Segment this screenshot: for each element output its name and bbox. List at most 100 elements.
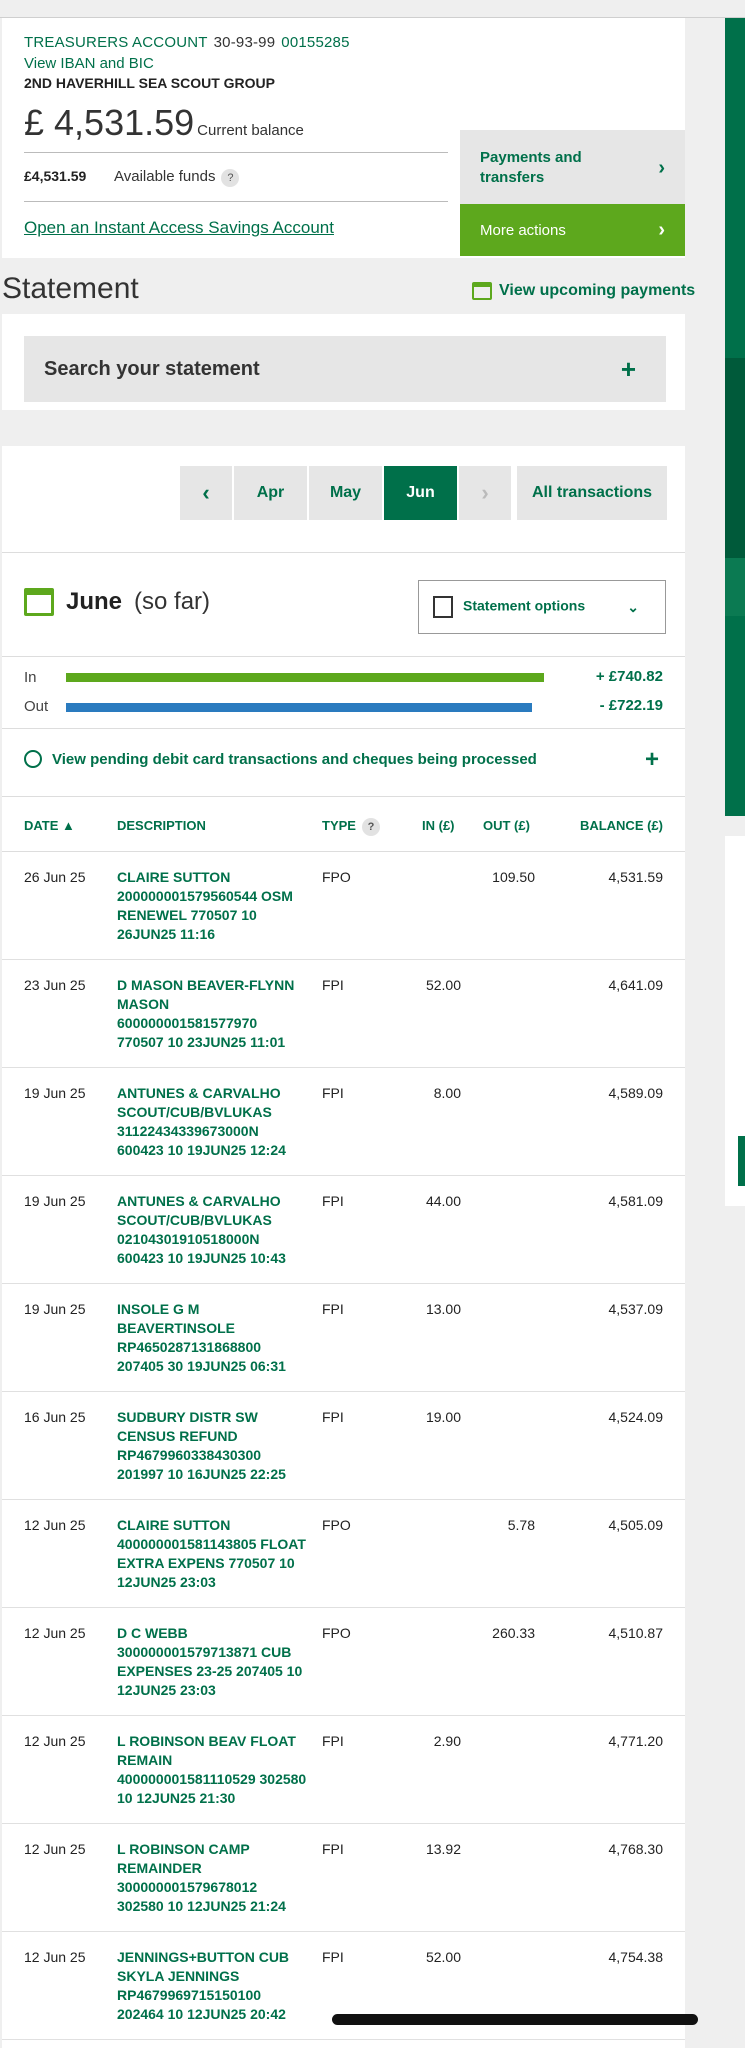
in-total: + £740.82 (595, 668, 663, 685)
pending-transactions-link[interactable]: View pending debit card transactions and… (24, 750, 537, 768)
transaction-description[interactable]: CLAIRE SUTTON 400000001581143805 FLOAT E… (117, 1516, 307, 1592)
view-upcoming-payments-link[interactable]: View upcoming payments (472, 282, 695, 300)
more-actions-button[interactable]: More actions › (460, 204, 685, 256)
transaction-description[interactable]: ANTUNES & CARVALHO SCOUT/CUB/BVLUKAS 311… (117, 1084, 307, 1160)
period-subtitle: (so far) (134, 588, 211, 615)
divider (2, 552, 685, 553)
all-transactions-button[interactable]: All transactions (517, 466, 667, 520)
transaction-date: 16 Jun 25 (24, 1409, 86, 1425)
period-title: June (66, 588, 123, 615)
transaction-out: 260.33 (492, 1625, 535, 1641)
transaction-balance: 4,524.09 (608, 1409, 664, 1425)
transaction-description[interactable]: JENNINGS+BUTTON CUB SKYLA JENNINGS RP467… (117, 1948, 307, 2024)
transaction-description[interactable]: D MASON BEAVER-FLYNN MASON 6000000015815… (117, 976, 307, 1052)
transaction-date: 12 Jun 25 (24, 1625, 86, 1641)
download-icon (433, 596, 453, 618)
transaction-in: 52.00 (425, 1949, 461, 1965)
help-icon[interactable]: ? (361, 818, 380, 836)
in-label: In (24, 669, 37, 686)
open-isa-link[interactable]: Open an Instant Access Savings Account (24, 218, 334, 238)
table-row[interactable]: 12 Jun 25 D C WEBB 300000001579713871 CUB… (2, 1608, 685, 1716)
table-row[interactable]: 19 Jun 25 ANTUNES & CARVALHO SCOUT/CUB/BV… (2, 1176, 685, 1284)
transaction-in: 44.00 (425, 1193, 461, 1209)
account-holder: 2ND HAVERHILL SEA SCOUT GROUP (24, 75, 275, 91)
transaction-type: FPI (322, 1841, 344, 1857)
transaction-balance: 4,771.20 (608, 1733, 664, 1749)
more-actions-label: More actions (480, 221, 566, 239)
sort-code: 30-93-99 (213, 34, 276, 51)
transaction-date: 12 Jun 25 (24, 1841, 86, 1857)
col-balance-header: BALANCE (£) (579, 818, 663, 833)
col-in-header: IN (£) (422, 818, 455, 833)
transaction-type: FPO (322, 1517, 351, 1533)
account-number: 00155285 (281, 34, 350, 51)
available-funds-label: Available funds? (114, 168, 240, 187)
chevron-right-icon: › (481, 480, 489, 505)
chevron-right-icon: › (658, 218, 665, 241)
side-card-button[interactable] (738, 1136, 745, 1186)
tab-apr[interactable]: Apr (234, 466, 307, 520)
transaction-type: FPI (322, 1193, 344, 1209)
transaction-type: FPO (322, 869, 351, 885)
side-promo-panel (725, 18, 745, 816)
table-row[interactable]: 19 Jun 25 INSOLE G M BEAVERTINSOLE RP4650… (2, 1284, 685, 1392)
account-header: TREASURERS ACCOUNT 30-93-99 00155285 (24, 34, 350, 51)
out-total: - £722.19 (599, 697, 663, 714)
account-summary-card: TREASURERS ACCOUNT 30-93-99 00155285 View … (2, 18, 685, 258)
transaction-type: FPI (322, 1301, 344, 1317)
plus-icon: + (620, 353, 636, 384)
transaction-date: 12 Jun 25 (24, 1733, 86, 1749)
table-row[interactable]: 12 Jun 25 L ROBINSON CAMP REMAINDER 30000… (2, 1824, 685, 1932)
col-type-header: TYPE? (322, 818, 380, 836)
search-statement-toggle[interactable]: Search your statement + (24, 336, 666, 402)
transaction-balance: 4,589.09 (608, 1085, 664, 1101)
help-icon[interactable]: ? (221, 169, 240, 187)
view-iban-link[interactable]: View IBAN and BIC (24, 55, 154, 72)
next-month-button: › (459, 466, 511, 520)
top-divider (0, 0, 745, 18)
transaction-description[interactable]: ANTUNES & CARVALHO SCOUT/CUB/BVLUKAS 021… (117, 1192, 307, 1268)
col-date-header[interactable]: DATE ▲ (24, 818, 75, 833)
transaction-description[interactable]: L ROBINSON BEAV FLOAT REMAIN 40000000158… (117, 1732, 307, 1808)
table-row[interactable]: 12 Jun 25 L ROBINSON BEAV FLOAT REMAIN 40… (2, 1716, 685, 1824)
statement-card: ‹ Apr May Jun › All transactions June (s… (2, 446, 685, 2048)
transaction-balance: 4,581.09 (608, 1193, 664, 1209)
transaction-description[interactable]: L ROBINSON CAMP REMAINDER 30000000157967… (117, 1840, 307, 1916)
calendar-icon (24, 588, 54, 616)
col-out-header: OUT (£) (483, 818, 530, 833)
table-row[interactable]: 23 Jun 25 D MASON BEAVER-FLYNN MASON 6000… (2, 960, 685, 1068)
chevron-down-icon: ⌄ (627, 598, 639, 615)
statement-options-dropdown[interactable]: Statement options ⌄ (418, 580, 666, 634)
table-row[interactable]: 19 Jun 25 ANTUNES & CARVALHO SCOUT/CUB/BV… (2, 1068, 685, 1176)
balance-amount: £ 4,531.59 (24, 102, 195, 143)
transaction-in: 2.90 (433, 1733, 461, 1749)
side-card (725, 836, 745, 1206)
transaction-description[interactable]: CLAIRE SUTTON 200000001579560544 OSM REN… (117, 868, 307, 944)
transaction-date: 12 Jun 25 (24, 1949, 86, 1965)
transaction-type: FPI (322, 1085, 344, 1101)
payments-transfers-button[interactable]: Payments and transfers › (460, 130, 685, 206)
transaction-description[interactable]: SUDBURY DISTR SW CENSUS REFUND RP4679960… (117, 1408, 307, 1484)
balance-label: Current balance (197, 122, 304, 139)
transaction-description[interactable]: INSOLE G M BEAVERTINSOLE RP4650287131868… (117, 1300, 307, 1376)
clock-icon (24, 750, 42, 768)
out-label: Out (24, 698, 49, 715)
payments-label: Payments and transfers (480, 149, 582, 186)
account-name: TREASURERS ACCOUNT (24, 34, 208, 51)
calendar-icon (472, 282, 492, 300)
table-row[interactable]: 12 Jun 25 CLAIRE SUTTON 40000000158114380… (2, 1500, 685, 1608)
transaction-date: 19 Jun 25 (24, 1301, 86, 1317)
transaction-in: 13.00 (425, 1301, 461, 1317)
available-funds: £4,531.59 (24, 168, 87, 184)
plus-icon[interactable]: + (645, 746, 659, 774)
prev-month-button[interactable]: ‹ (180, 466, 232, 520)
transaction-description[interactable]: D C WEBB 300000001579713871 CUB EXPENSES… (117, 1624, 307, 1700)
transaction-in: 13.92 (425, 1841, 461, 1857)
transaction-out: 109.50 (492, 869, 535, 885)
transaction-date: 26 Jun 25 (24, 869, 86, 885)
tab-may[interactable]: May (309, 466, 382, 520)
table-row[interactable]: 26 Jun 25 CLAIRE SUTTON 20000000157956054… (2, 852, 685, 960)
divider (2, 728, 685, 729)
tab-jun[interactable]: Jun (384, 466, 457, 520)
table-row[interactable]: 16 Jun 25 SUDBURY DISTR SW CENSUS REFUND … (2, 1392, 685, 1500)
